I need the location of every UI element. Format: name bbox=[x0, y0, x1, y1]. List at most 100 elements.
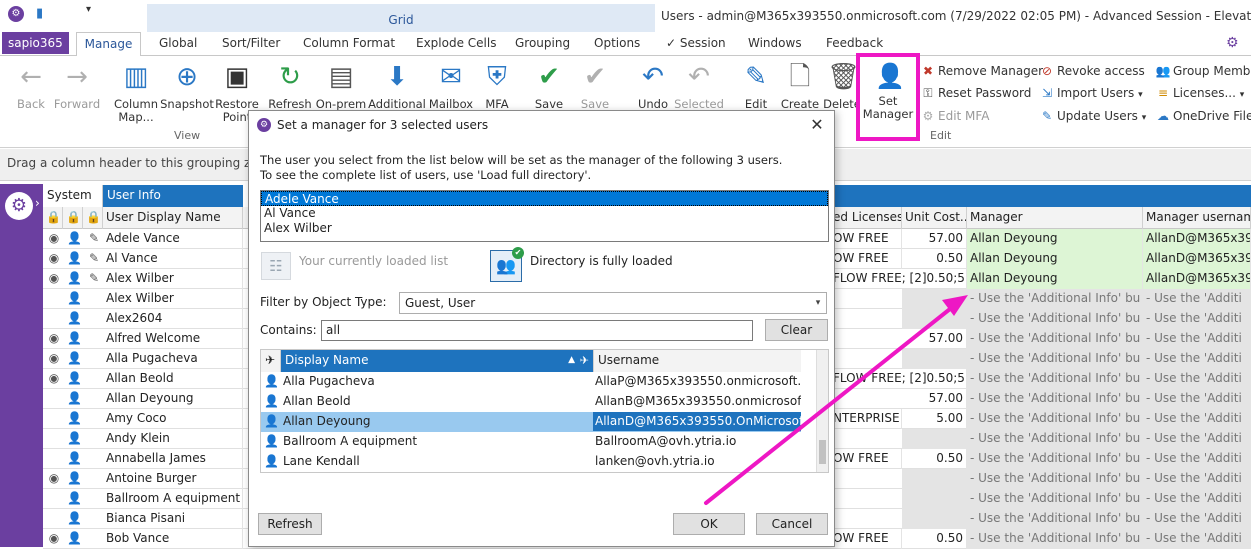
pencil-icon: ✎ bbox=[88, 271, 100, 285]
tab-grouping[interactable]: Grouping bbox=[515, 32, 570, 56]
snapshot-button[interactable]: ⊕ Snapshot bbox=[158, 60, 216, 111]
set-manager-button[interactable]: 👤 Set Manager bbox=[856, 53, 920, 141]
quick-access-dropdown-icon[interactable]: ▾ bbox=[86, 4, 91, 15]
quick-access-icon[interactable]: ▮ bbox=[36, 6, 43, 21]
user-icon: 👤 bbox=[67, 471, 82, 485]
radio-icon: ◉ bbox=[48, 471, 60, 485]
scrollbar-thumb[interactable] bbox=[819, 440, 826, 464]
user-results-grid: ✈ Display Name ▲ ✈ Username 👤 Alla Pugachev… bbox=[260, 349, 829, 473]
licenses-button[interactable]: ≡ Licenses... ▾ bbox=[1155, 83, 1244, 103]
tab-sort-filter[interactable]: Sort/Filter bbox=[222, 32, 280, 56]
header-display-name[interactable]: Display Name ▲ ✈ bbox=[281, 350, 593, 372]
save-selected-button[interactable]: ✔ Save bbox=[568, 60, 622, 111]
user-icon: 👤 bbox=[67, 371, 82, 385]
tab-global[interactable]: Global bbox=[159, 32, 197, 56]
set-manager-dialog: Set a manager for 3 selected users ⚙ ✕ T… bbox=[248, 110, 835, 547]
app-logo-icon[interactable]: ⚙ bbox=[8, 6, 24, 22]
refresh-button[interactable]: ↻ Refresh bbox=[262, 60, 318, 111]
group-icon: 👥 bbox=[1155, 64, 1171, 78]
user-icon: 👤 bbox=[67, 251, 82, 265]
header-unit-cost[interactable]: Unit Cost... bbox=[902, 207, 967, 229]
header-display-name[interactable]: User Display Name bbox=[103, 207, 243, 229]
cloud-icon: ☁ bbox=[1157, 109, 1169, 123]
loaded-list-icon[interactable]: ☷ bbox=[261, 252, 291, 280]
loaded-list-label[interactable]: Your currently loaded list bbox=[299, 254, 448, 268]
revoke-access-button[interactable]: ⊘ Revoke access bbox=[1039, 61, 1145, 81]
band-user-info[interactable]: User Info bbox=[103, 185, 243, 207]
user-icon: 👤 bbox=[67, 431, 82, 445]
tab-explode-cells[interactable]: Explode Cells bbox=[416, 32, 496, 56]
radio-icon: ◉ bbox=[48, 351, 60, 365]
user-icon: 👤 bbox=[67, 531, 82, 545]
reset-password-button[interactable]: ⚿ Reset Password bbox=[920, 83, 1031, 103]
tab-options[interactable]: Options bbox=[594, 32, 640, 56]
tab-sapio365[interactable]: sapio365 bbox=[2, 32, 69, 54]
pencil-icon: ✎ bbox=[88, 251, 100, 265]
ribbon-tabs: sapio365 Manage Global Sort/Filter Colum… bbox=[0, 32, 1251, 57]
forward-button[interactable]: → Forward bbox=[50, 60, 104, 111]
user-icon: 👤 bbox=[67, 351, 82, 365]
header-manager-username[interactable]: Manager username bbox=[1143, 207, 1251, 229]
dialog-title: Set a manager for 3 selected users bbox=[249, 111, 834, 139]
selected-users-list[interactable]: Adele Vance Al Vance Alex Wilber bbox=[260, 190, 829, 242]
column-map-button[interactable]: ▥ Column Map... bbox=[108, 60, 164, 124]
settings-icon[interactable]: ⚙ bbox=[1226, 35, 1239, 51]
tab-session[interactable]: ✓ Session bbox=[666, 32, 726, 56]
radio-icon: ◉ bbox=[48, 371, 60, 385]
scrollbar[interactable] bbox=[816, 350, 828, 472]
list-item[interactable]: Alex Wilber bbox=[261, 221, 828, 236]
undo-selected-button[interactable]: ↶ Selected bbox=[672, 60, 726, 111]
server-icon: ▤ bbox=[328, 62, 354, 92]
check-circle-disabled-icon: ✔ bbox=[584, 62, 606, 92]
update-icon: ✎ bbox=[1041, 109, 1053, 123]
gear-icon[interactable]: ⚙ bbox=[5, 192, 33, 220]
radio-icon: ◉ bbox=[48, 231, 60, 245]
guest-user-icon: 👤 bbox=[67, 291, 82, 305]
tab-windows[interactable]: Windows bbox=[748, 32, 802, 56]
table-row[interactable]: 👤 Ballroom A equipment BallroomA@ovh.ytria… bbox=[261, 432, 801, 452]
shield-user-icon: ⛨ bbox=[487, 62, 507, 92]
header-licenses[interactable]: ed Licenses bbox=[830, 207, 902, 229]
header-manager[interactable]: Manager bbox=[967, 207, 1143, 229]
chevron-right-icon[interactable]: › bbox=[35, 196, 40, 210]
tab-manage[interactable]: Manage bbox=[76, 32, 141, 57]
pencil-icon: ✎ bbox=[745, 62, 767, 92]
header-username[interactable]: Username bbox=[593, 350, 801, 372]
band-system[interactable]: System bbox=[43, 185, 103, 207]
onprem-button[interactable]: ▤ On-prem bbox=[312, 60, 370, 111]
table-row[interactable]: 👤 Lane Kendall lanken@ovh.ytria.io bbox=[261, 452, 801, 472]
table-row[interactable]: 👤 Allan Beold AllanB@M365x393550.onmicroso… bbox=[261, 392, 801, 412]
remove-manager-button[interactable]: ✖ Remove Manager bbox=[920, 61, 1043, 81]
list-item[interactable]: Adele Vance bbox=[261, 191, 828, 206]
update-users-button[interactable]: ✎ Update Users ▾ bbox=[1039, 106, 1146, 126]
mfa-button[interactable]: ⛨ MFA bbox=[470, 60, 524, 111]
edit-mfa-button[interactable]: ⚙ Edit MFA bbox=[920, 106, 990, 126]
additional-button[interactable]: ⬇ Additional bbox=[366, 60, 428, 111]
onedrive-files-button[interactable]: ☁OneDrive Files. bbox=[1155, 106, 1251, 126]
refresh-button[interactable]: Refresh bbox=[258, 513, 322, 535]
check-circle-icon: ✔ bbox=[538, 62, 560, 92]
group-members-button[interactable]: 👥 Group Membe bbox=[1155, 61, 1251, 81]
lock-icon: 🔒 bbox=[63, 207, 83, 229]
clear-button[interactable]: Clear bbox=[765, 319, 828, 341]
remove-user-icon: ✖ bbox=[922, 64, 934, 78]
table-row[interactable]: 👤 Alla Pugacheva AllaP@M365x393550.onmicro… bbox=[261, 372, 801, 392]
user-icon: 👤 bbox=[67, 311, 82, 325]
cancel-button[interactable]: Cancel bbox=[756, 513, 828, 535]
mailbox-icon: ✉ bbox=[440, 62, 462, 92]
close-icon[interactable]: ✕ bbox=[806, 114, 828, 136]
table-row[interactable]: 👤 Allan Deyoung AllanD@M365x393550.OnMicro… bbox=[261, 412, 801, 432]
contains-input[interactable]: all bbox=[321, 320, 753, 341]
object-type-select[interactable]: Guest, User ▾ bbox=[399, 292, 827, 314]
lock-icon: 🔒 bbox=[43, 207, 63, 229]
import-users-button[interactable]: ⇲ Import Users ▾ bbox=[1039, 83, 1143, 103]
list-item[interactable]: Al Vance bbox=[261, 206, 828, 221]
user-icon: 👤 bbox=[264, 394, 279, 408]
directory-loaded-label: Directory is fully loaded bbox=[530, 254, 673, 268]
sidebar: ⚙ › bbox=[0, 184, 43, 547]
user-icon: 👤 bbox=[67, 411, 82, 425]
view-group-caption: View bbox=[174, 129, 201, 142]
tab-column-format[interactable]: Column Format bbox=[303, 32, 395, 56]
user-icon: 👤 bbox=[67, 271, 82, 285]
ok-button[interactable]: OK bbox=[673, 513, 745, 535]
